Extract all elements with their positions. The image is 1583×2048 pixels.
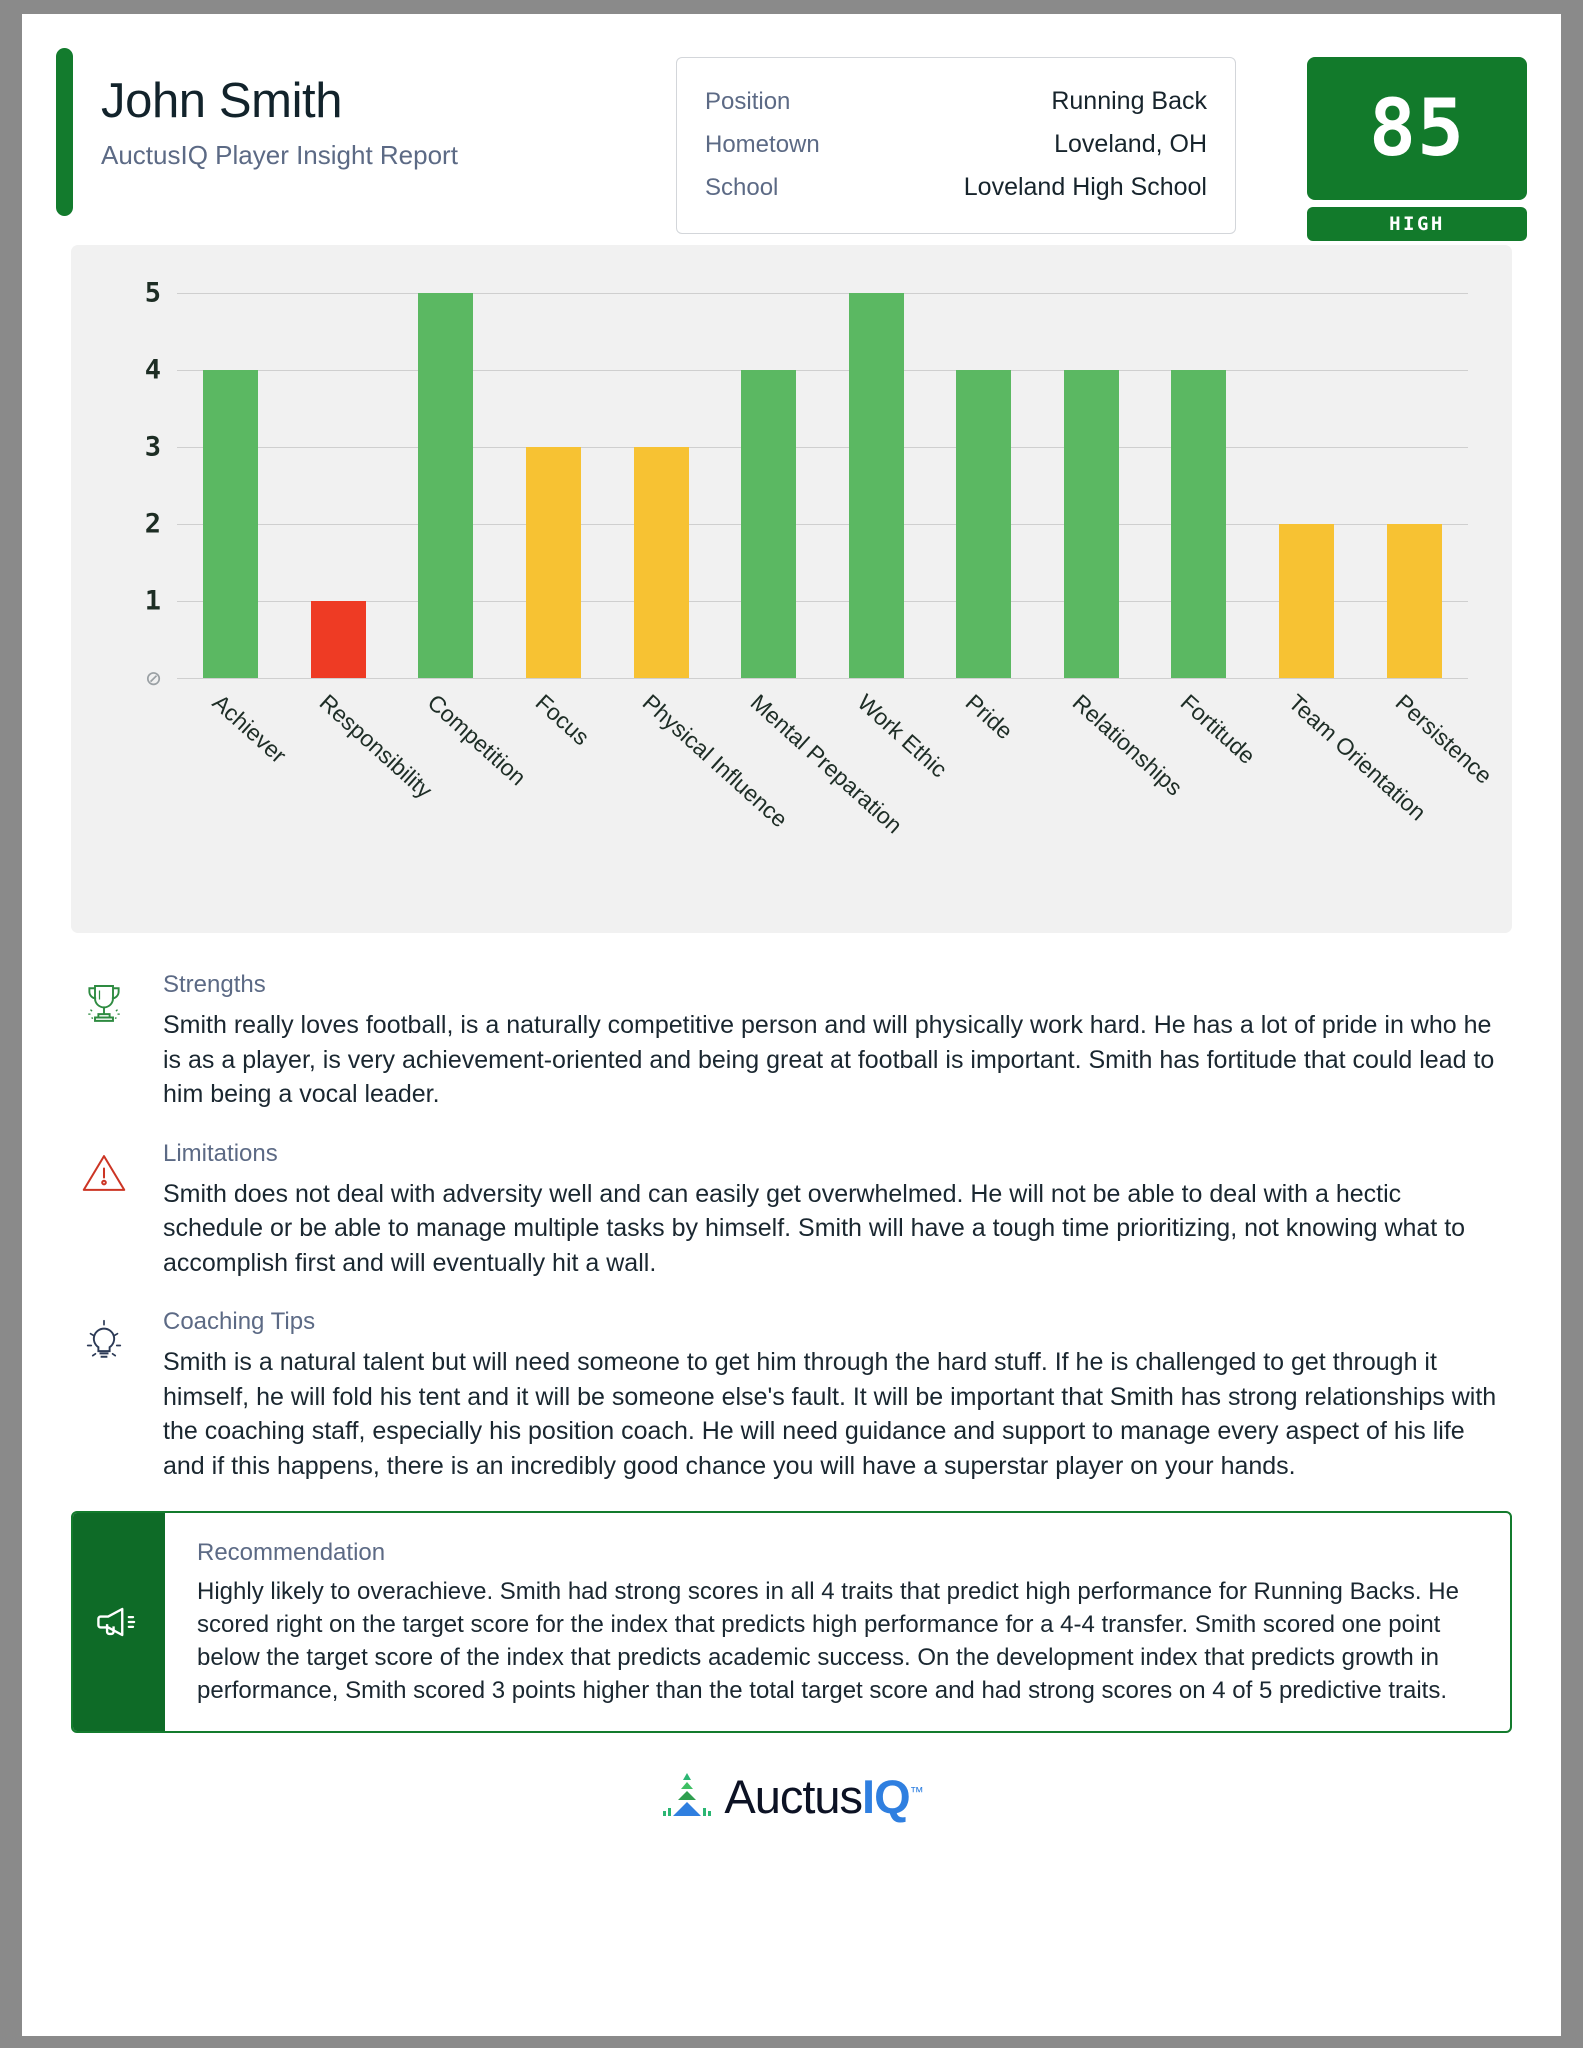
info-label-position: Position bbox=[705, 88, 791, 115]
insight-sections: Strengths Smith really loves football, i… bbox=[77, 971, 1506, 1483]
bar-slot bbox=[822, 293, 930, 678]
chart-bar bbox=[633, 447, 689, 678]
section-title-strengths: Strengths bbox=[163, 971, 266, 998]
x-label-slot: Pride bbox=[930, 685, 1038, 865]
recommendation-text: Highly likely to overachieve. Smith had … bbox=[197, 1578, 1459, 1705]
player-info-card: Position Running Back Hometown Loveland,… bbox=[676, 57, 1236, 234]
chart-bar bbox=[526, 447, 582, 678]
chart-bar bbox=[418, 293, 474, 678]
x-label-slot: Work Ethic bbox=[822, 685, 953, 865]
x-label-slot: Relationships bbox=[1038, 685, 1188, 865]
bar-slot bbox=[930, 293, 1038, 678]
gridline bbox=[177, 678, 1468, 679]
logo-accent: IQ bbox=[862, 1770, 911, 1824]
auctusiq-mark-icon bbox=[660, 1769, 714, 1824]
recommendation-callout: Recommendation Highly likely to overachi… bbox=[71, 1511, 1512, 1734]
section-text-limitations: Smith does not deal with adversity well … bbox=[163, 1179, 1466, 1277]
trophy-icon bbox=[77, 971, 149, 1112]
lightbulb-icon bbox=[77, 1308, 149, 1483]
x-axis-label: Focus bbox=[530, 689, 595, 751]
section-coaching-tips: Coaching Tips Smith is a natural talent … bbox=[77, 1308, 1506, 1483]
bar-slot bbox=[1038, 293, 1146, 678]
score-band-label: HIGH bbox=[1389, 213, 1445, 235]
x-label-slot: Persistence bbox=[1360, 685, 1498, 865]
info-label-school: School bbox=[705, 174, 779, 201]
y-axis-tick: ⊘ bbox=[145, 663, 161, 693]
chart-bar bbox=[956, 370, 1012, 678]
trait-bar-chart: 5 4 3 2 1 ⊘ Achiever Responsibility Competition… bbox=[71, 245, 1512, 933]
megaphone-icon bbox=[73, 1513, 165, 1732]
x-label-slot: Competition bbox=[392, 685, 532, 865]
bar-slot bbox=[1360, 293, 1468, 678]
chart-bar bbox=[741, 370, 797, 678]
info-value-position: Running Back bbox=[1051, 87, 1207, 115]
y-axis-tick: 4 bbox=[144, 354, 161, 386]
section-title-coaching-tips: Coaching Tips bbox=[163, 1308, 316, 1335]
info-label-hometown: Hometown bbox=[705, 131, 820, 158]
y-axis-tick: 3 bbox=[144, 431, 161, 463]
y-axis-tick: 5 bbox=[144, 277, 161, 309]
bar-slot bbox=[607, 293, 715, 678]
report-page: John Smith AuctusIQ Player Insight Repor… bbox=[22, 14, 1561, 2036]
section-strengths: Strengths Smith really loves football, i… bbox=[77, 971, 1506, 1112]
chart-bar bbox=[1279, 524, 1335, 678]
info-row-position: Position Running Back bbox=[705, 80, 1207, 123]
bar-slot bbox=[177, 293, 285, 678]
section-limitations: Limitations Smith does not deal with adv… bbox=[77, 1140, 1506, 1281]
chart-x-axis-labels: Achiever Responsibility Competition Focus Ph… bbox=[177, 685, 1498, 865]
bar-slot bbox=[392, 293, 500, 678]
accent-bar bbox=[56, 48, 73, 216]
y-axis-tick: 2 bbox=[144, 508, 161, 540]
chart-bar bbox=[1171, 370, 1227, 678]
overall-score: 85 HIGH bbox=[1307, 57, 1527, 241]
report-subtitle: AuctusIQ Player Insight Report bbox=[101, 140, 458, 171]
chart-bar bbox=[203, 370, 259, 678]
chart-plot-area: 5 4 3 2 1 ⊘ bbox=[145, 278, 1468, 693]
section-text-strengths: Smith really loves football, is a natura… bbox=[163, 1011, 1495, 1108]
score-value: 85 bbox=[1369, 83, 1465, 174]
info-value-school: Loveland High School bbox=[963, 173, 1207, 201]
x-label-slot: Team Orientation bbox=[1253, 685, 1431, 865]
chart-bars bbox=[177, 293, 1468, 678]
section-title-limitations: Limitations bbox=[163, 1139, 278, 1167]
logo-wordmark: AuctusIQ™ bbox=[724, 1769, 924, 1824]
logo-name: Auctus bbox=[724, 1770, 863, 1824]
x-axis-label: Pride bbox=[960, 689, 1018, 745]
x-label-slot: Achiever bbox=[177, 685, 291, 865]
x-label-slot: Fortitude bbox=[1145, 685, 1261, 865]
bar-slot bbox=[715, 293, 823, 678]
footer-logo: AuctusIQ™ bbox=[22, 1769, 1561, 1824]
section-text-coaching-tips: Smith is a natural talent but will need … bbox=[163, 1348, 1497, 1480]
bar-slot bbox=[285, 293, 393, 678]
bar-slot bbox=[500, 293, 608, 678]
report-header: John Smith AuctusIQ Player Insight Repor… bbox=[22, 14, 1561, 241]
bar-slot bbox=[1145, 293, 1253, 678]
y-axis-tick: 1 bbox=[144, 585, 161, 617]
info-row-school: School Loveland High School bbox=[705, 166, 1207, 209]
chart-bar bbox=[1386, 524, 1442, 678]
status-badge: HIGH bbox=[1307, 207, 1527, 241]
x-label-slot: Mental Preparation bbox=[715, 685, 907, 865]
chart-bar bbox=[310, 601, 366, 678]
logo-trademark: ™ bbox=[909, 1783, 924, 1800]
chart-bar bbox=[848, 293, 904, 678]
info-row-hometown: Hometown Loveland, OH bbox=[705, 123, 1207, 166]
bar-slot bbox=[1253, 293, 1361, 678]
x-label-slot: Responsibility bbox=[285, 685, 438, 865]
page-title: John Smith bbox=[101, 74, 343, 128]
warning-triangle-icon bbox=[77, 1140, 149, 1281]
chart-bar bbox=[1063, 370, 1119, 678]
score-box: 85 bbox=[1307, 57, 1527, 200]
info-value-hometown: Loveland, OH bbox=[1054, 130, 1207, 158]
recommendation-title: Recommendation bbox=[197, 1539, 386, 1566]
x-axis-label: Fortitude bbox=[1175, 689, 1261, 770]
x-label-slot: Physical Influence bbox=[607, 685, 793, 865]
x-axis-label: Persistence bbox=[1390, 689, 1498, 789]
x-axis-label: Achiever bbox=[207, 689, 292, 769]
player-identity: John Smith AuctusIQ Player Insight Repor… bbox=[56, 48, 676, 216]
x-label-slot: Focus bbox=[500, 685, 608, 865]
